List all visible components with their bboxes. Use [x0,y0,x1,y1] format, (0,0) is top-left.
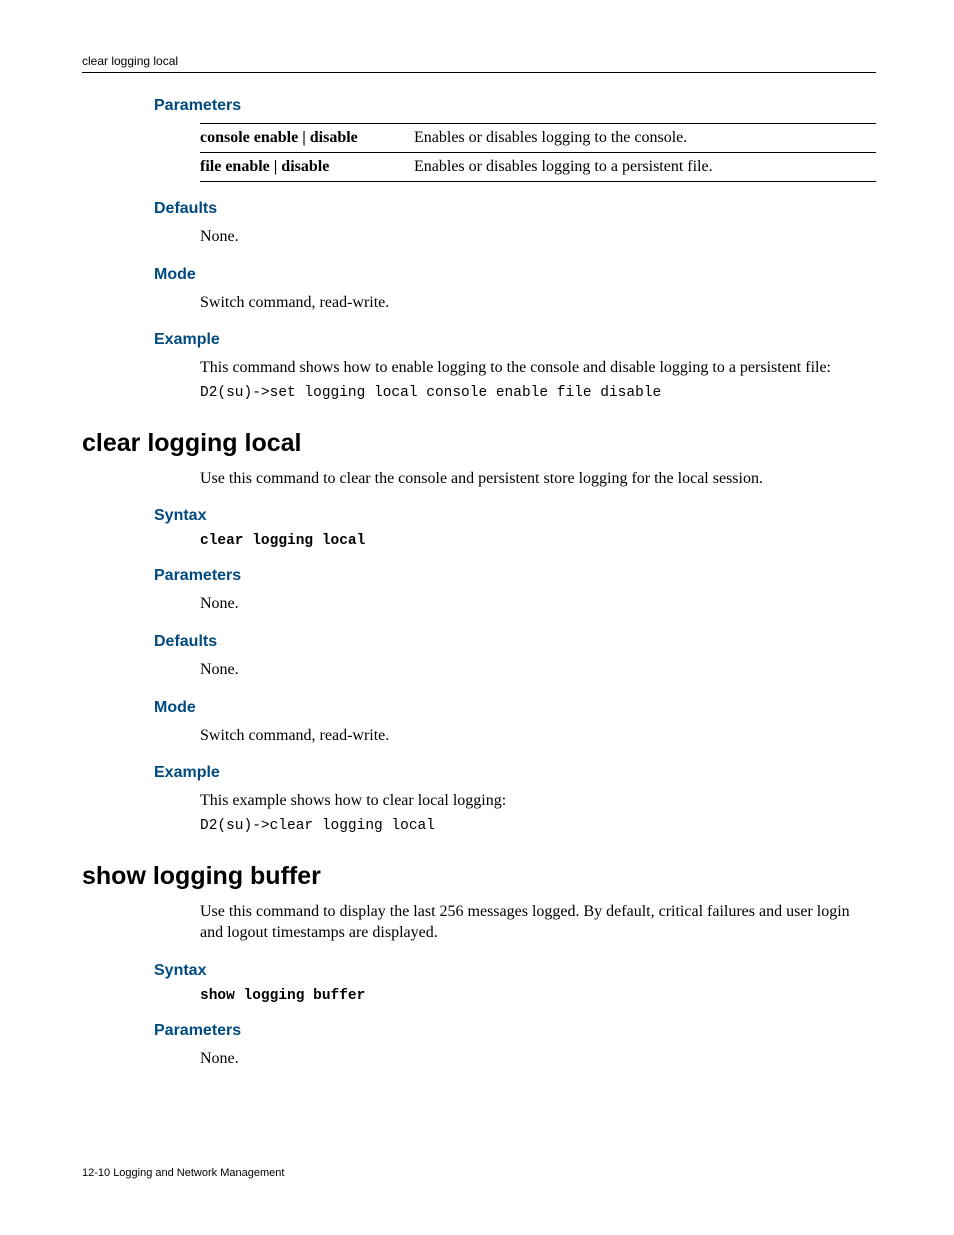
param-key: file enable | disable [200,153,414,182]
parameters-text: None. [200,593,876,615]
syntax-command: clear logging local [200,533,876,549]
param-desc: Enables or disables logging to the conso… [414,124,876,153]
mode-text: Switch command, read-write. [200,292,876,314]
example-text: This command shows how to enable logging… [200,357,876,379]
heading-parameters: Parameters [154,97,876,115]
example-text: This example shows how to clear local lo… [200,790,876,812]
heading-clear-logging-local: clear logging local [82,429,876,458]
heading-show-logging-buffer: show logging buffer [82,862,876,891]
heading-parameters: Parameters [154,567,876,585]
heading-example: Example [154,331,876,349]
heading-mode: Mode [154,266,876,284]
heading-example: Example [154,764,876,782]
defaults-text: None. [200,659,876,681]
example-command: D2(su)->set logging local console enable… [200,385,876,401]
heading-syntax: Syntax [154,507,876,525]
heading-defaults: Defaults [154,200,876,218]
heading-syntax: Syntax [154,962,876,980]
table-row: console enable | disable Enables or disa… [200,124,876,153]
heading-parameters: Parameters [154,1022,876,1040]
example-command: D2(su)->clear logging local [200,818,876,834]
parameters-table: console enable | disable Enables or disa… [200,123,876,182]
page: clear logging local Parameters console e… [0,0,954,1235]
param-key: console enable | disable [200,124,414,153]
syntax-command: show logging buffer [200,988,876,1004]
mode-text: Switch command, read-write. [200,725,876,747]
param-desc: Enables or disables logging to a persist… [414,153,876,182]
running-head: clear logging local [82,54,876,73]
page-footer: 12-10 Logging and Network Management [82,1167,284,1179]
defaults-text: None. [200,226,876,248]
section-intro: Use this command to display the last 256… [200,901,876,944]
parameters-text: None. [200,1048,876,1070]
heading-mode: Mode [154,699,876,717]
section-intro: Use this command to clear the console an… [200,468,876,490]
heading-defaults: Defaults [154,633,876,651]
table-row: file enable | disable Enables or disable… [200,153,876,182]
